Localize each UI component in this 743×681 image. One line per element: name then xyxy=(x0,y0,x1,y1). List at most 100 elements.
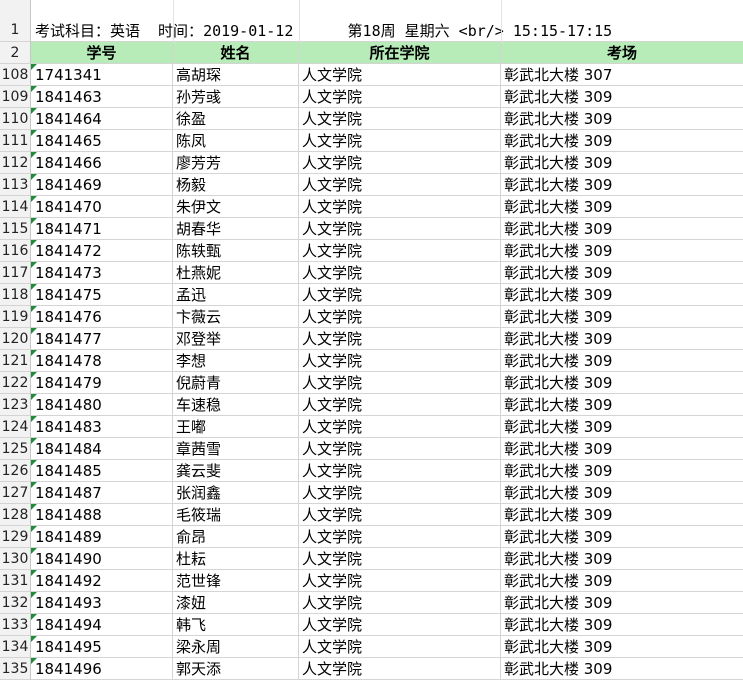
cell-student-id[interactable]: 1841471 xyxy=(31,218,173,240)
row-header[interactable]: 125 xyxy=(0,438,31,460)
cell-exam-room[interactable]: 彰武北大楼 309 xyxy=(501,416,743,438)
cell-exam-room[interactable]: 彰武北大楼 309 xyxy=(501,438,743,460)
cell-college[interactable]: 人文学院 xyxy=(299,284,501,306)
title-cell[interactable]: 考试科目：英语 时间：2019-01-12 第18周 星期六 <br/> 15:… xyxy=(31,0,743,42)
row-header[interactable]: 118 xyxy=(0,284,31,306)
cell-student-id[interactable]: 1841469 xyxy=(31,174,173,196)
cell-exam-room[interactable]: 彰武北大楼 309 xyxy=(501,570,743,592)
row-header[interactable]: 122 xyxy=(0,372,31,394)
cell-exam-room[interactable]: 彰武北大楼 309 xyxy=(501,658,743,680)
cell-college[interactable]: 人文学院 xyxy=(299,152,501,174)
cell-student-id[interactable]: 1841476 xyxy=(31,306,173,328)
cell-college[interactable]: 人文学院 xyxy=(299,592,501,614)
cell-student-id[interactable]: 1841463 xyxy=(31,86,173,108)
cell-exam-room[interactable]: 彰武北大楼 309 xyxy=(501,614,743,636)
cell-college[interactable]: 人文学院 xyxy=(299,394,501,416)
cell-name[interactable]: 韩飞 xyxy=(173,614,299,636)
cell-name[interactable]: 杜燕妮 xyxy=(173,262,299,284)
cell-student-id[interactable]: 1841495 xyxy=(31,636,173,658)
cell-college[interactable]: 人文学院 xyxy=(299,416,501,438)
row-header[interactable]: 108 xyxy=(0,64,31,86)
row-header[interactable]: 2 xyxy=(0,42,31,64)
cell-exam-room[interactable]: 彰武北大楼 309 xyxy=(501,218,743,240)
cell-exam-room[interactable]: 彰武北大楼 309 xyxy=(501,152,743,174)
row-header[interactable]: 109 xyxy=(0,86,31,108)
cell-college[interactable]: 人文学院 xyxy=(299,196,501,218)
cell-college[interactable]: 人文学院 xyxy=(299,614,501,636)
cell-student-id[interactable]: 1841477 xyxy=(31,328,173,350)
cell-student-id[interactable]: 1841465 xyxy=(31,130,173,152)
cell-exam-room[interactable]: 彰武北大楼 309 xyxy=(501,284,743,306)
cell-student-id[interactable]: 1841473 xyxy=(31,262,173,284)
row-header[interactable]: 119 xyxy=(0,306,31,328)
row-header[interactable]: 121 xyxy=(0,350,31,372)
cell-name[interactable]: 朱伊文 xyxy=(173,196,299,218)
cell-name[interactable]: 卞薇云 xyxy=(173,306,299,328)
row-header[interactable]: 114 xyxy=(0,196,31,218)
cell-exam-room[interactable]: 彰武北大楼 309 xyxy=(501,482,743,504)
cell-student-id[interactable]: 1841483 xyxy=(31,416,173,438)
cell-name[interactable]: 倪蔚青 xyxy=(173,372,299,394)
cell-name[interactable]: 俞昂 xyxy=(173,526,299,548)
cell-college[interactable]: 人文学院 xyxy=(299,372,501,394)
cell-name[interactable]: 胡春华 xyxy=(173,218,299,240)
cell-student-id[interactable]: 1841488 xyxy=(31,504,173,526)
cell-exam-room[interactable]: 彰武北大楼 309 xyxy=(501,526,743,548)
cell-exam-room[interactable]: 彰武北大楼 309 xyxy=(501,174,743,196)
row-header[interactable]: 127 xyxy=(0,482,31,504)
cell-student-id[interactable]: 1841475 xyxy=(31,284,173,306)
row-header[interactable]: 123 xyxy=(0,394,31,416)
cell-college[interactable]: 人文学院 xyxy=(299,86,501,108)
row-header[interactable]: 133 xyxy=(0,614,31,636)
cell-exam-room[interactable]: 彰武北大楼 309 xyxy=(501,548,743,570)
row-header[interactable]: 131 xyxy=(0,570,31,592)
cell-student-id[interactable]: 1841490 xyxy=(31,548,173,570)
row-header[interactable]: 115 xyxy=(0,218,31,240)
cell-college[interactable]: 人文学院 xyxy=(299,64,501,86)
cell-college[interactable]: 人文学院 xyxy=(299,438,501,460)
cell-name[interactable]: 王嘟 xyxy=(173,416,299,438)
cell-college[interactable]: 人文学院 xyxy=(299,460,501,482)
cell-exam-room[interactable]: 彰武北大楼 309 xyxy=(501,636,743,658)
cell-name[interactable]: 高胡琛 xyxy=(173,64,299,86)
cell-name[interactable]: 徐盈 xyxy=(173,108,299,130)
cell-exam-room[interactable]: 彰武北大楼 309 xyxy=(501,350,743,372)
header-cell-exam-room[interactable]: 考场 xyxy=(501,42,743,64)
cell-exam-room[interactable]: 彰武北大楼 307 xyxy=(501,64,743,86)
cell-exam-room[interactable]: 彰武北大楼 309 xyxy=(501,240,743,262)
row-header[interactable]: 116 xyxy=(0,240,31,262)
cell-student-id[interactable]: 1841479 xyxy=(31,372,173,394)
cell-college[interactable]: 人文学院 xyxy=(299,482,501,504)
cell-student-id[interactable]: 1841472 xyxy=(31,240,173,262)
row-header[interactable]: 132 xyxy=(0,592,31,614)
cell-student-id[interactable]: 1841487 xyxy=(31,482,173,504)
cell-name[interactable]: 孙芳彧 xyxy=(173,86,299,108)
row-header[interactable]: 112 xyxy=(0,152,31,174)
row-header[interactable]: 134 xyxy=(0,636,31,658)
cell-college[interactable]: 人文学院 xyxy=(299,548,501,570)
cell-name[interactable]: 孟迅 xyxy=(173,284,299,306)
cell-college[interactable]: 人文学院 xyxy=(299,306,501,328)
cell-exam-room[interactable]: 彰武北大楼 309 xyxy=(501,394,743,416)
row-header[interactable]: 124 xyxy=(0,416,31,438)
cell-college[interactable]: 人文学院 xyxy=(299,174,501,196)
cell-exam-room[interactable]: 彰武北大楼 309 xyxy=(501,130,743,152)
cell-name[interactable]: 陈轶甄 xyxy=(173,240,299,262)
cell-name[interactable]: 章茜雪 xyxy=(173,438,299,460)
cell-college[interactable]: 人文学院 xyxy=(299,108,501,130)
cell-student-id[interactable]: 1841466 xyxy=(31,152,173,174)
cell-name[interactable]: 李想 xyxy=(173,350,299,372)
cell-name[interactable]: 梁永周 xyxy=(173,636,299,658)
cell-exam-room[interactable]: 彰武北大楼 309 xyxy=(501,108,743,130)
cell-name[interactable]: 陈凤 xyxy=(173,130,299,152)
header-cell-name[interactable]: 姓名 xyxy=(173,42,299,64)
cell-student-id[interactable]: 1841493 xyxy=(31,592,173,614)
cell-student-id[interactable]: 1841485 xyxy=(31,460,173,482)
cell-exam-room[interactable]: 彰武北大楼 309 xyxy=(501,306,743,328)
cell-college[interactable]: 人文学院 xyxy=(299,240,501,262)
cell-college[interactable]: 人文学院 xyxy=(299,350,501,372)
cell-student-id[interactable]: 1841480 xyxy=(31,394,173,416)
cell-exam-room[interactable]: 彰武北大楼 309 xyxy=(501,262,743,284)
row-header[interactable]: 130 xyxy=(0,548,31,570)
row-header[interactable]: 129 xyxy=(0,526,31,548)
